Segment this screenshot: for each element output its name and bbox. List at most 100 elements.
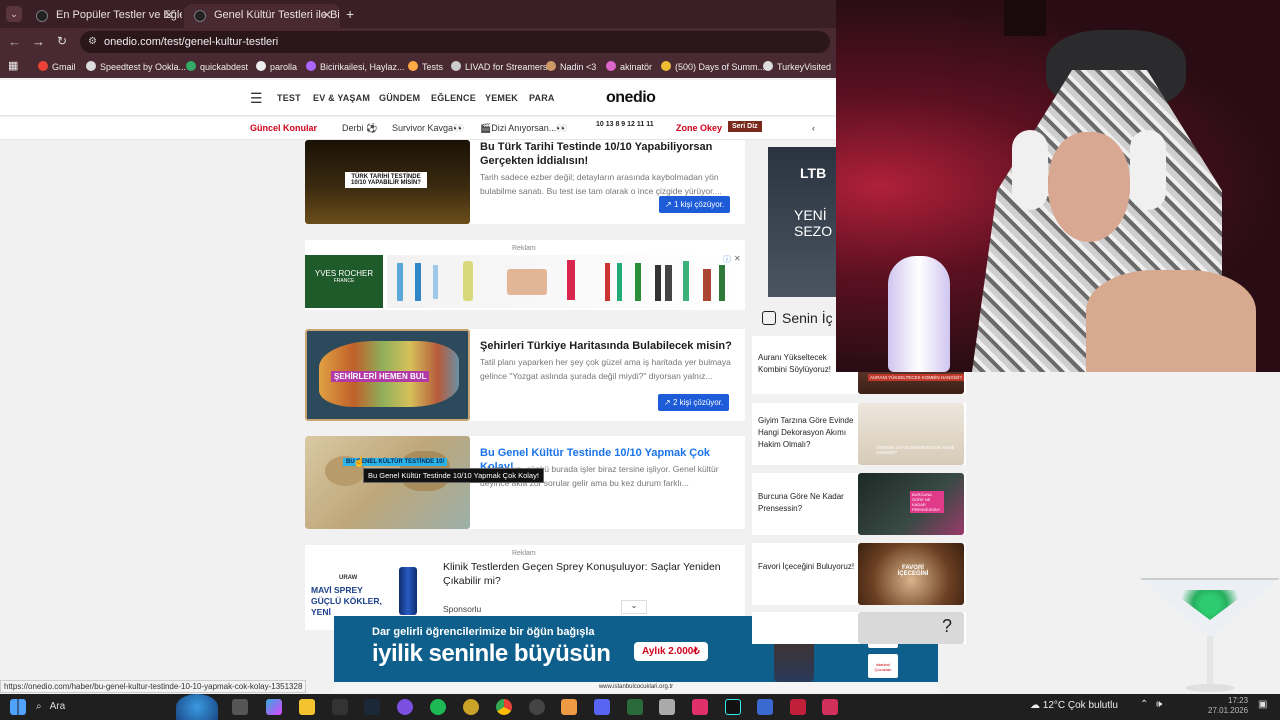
nav-yemek[interactable]: YEMEK: [485, 93, 518, 103]
close-tab-icon[interactable]: ✕: [322, 4, 332, 26]
bookmark-bicirikailesi[interactable]: Bicirikailesi, Haylaz...: [306, 61, 405, 72]
clock[interactable]: 17:23 27.01.2026: [1208, 696, 1248, 716]
chrome-icon[interactable]: [496, 699, 512, 715]
ad-info-icon[interactable]: ⓘ: [723, 254, 731, 265]
ad-close-icon[interactable]: ✕: [734, 254, 741, 263]
card-title[interactable]: Bu Türk Tarihi Testinde 10/10 Yapabiliyo…: [480, 140, 730, 168]
card-title[interactable]: Şehirleri Türkiye Haritasında Bulabilece…: [480, 339, 735, 353]
spotify-icon[interactable]: [430, 699, 446, 715]
card-description: Tatil planı yaparken her şey çok güzel a…: [480, 357, 731, 381]
weather-widget[interactable]: ☁ 12°C Çok bulutlu: [1030, 700, 1118, 711]
bookmark-parolla[interactable]: parolla: [256, 61, 297, 72]
app-icon[interactable]: [757, 699, 773, 715]
solving-badge[interactable]: ↗ 2 kişi çözüyor.: [658, 394, 730, 411]
bookmark-speedtest[interactable]: Speedtest by Ookla...: [86, 61, 186, 72]
bookmark-icon: [661, 61, 671, 71]
search-icon: ⌕: [36, 701, 42, 712]
tab-popular-tests[interactable]: En Popüler Testler ve Eğlenceli ✕: [26, 4, 182, 28]
discord-icon[interactable]: [594, 699, 610, 715]
app-icon[interactable]: [627, 699, 643, 715]
site-info-icon[interactable]: ⚙: [88, 31, 97, 53]
tab-bar: ⌄ En Popüler Testler ve Eğlenceli ✕ Gene…: [0, 0, 836, 28]
trend-derbi[interactable]: Derbi ⚽: [342, 123, 377, 134]
test-card[interactable]: TÜRK TARİHİ TESTİNDE 10/10 YAPABİLİR MİS…: [305, 140, 745, 224]
trend-dizi[interactable]: 🎬Dizi Anıyorsan...👀: [480, 123, 567, 134]
app-icon[interactable]: [332, 699, 348, 715]
trend-seri-diz[interactable]: Seri Diz: [728, 121, 762, 132]
bookmark-livad[interactable]: LIVAD for Streamers: [451, 61, 547, 72]
new-tab-button[interactable]: +: [346, 6, 354, 22]
bookmark-500-days[interactable]: (500) Days of Summ...: [661, 61, 765, 72]
nav-test[interactable]: TEST: [277, 93, 301, 103]
section-title: Senin İç: [782, 310, 833, 326]
nav-ev-yasam[interactable]: EV & YAŞAM: [313, 93, 370, 103]
tiktok-icon[interactable]: [725, 699, 741, 715]
steam-icon[interactable]: [364, 699, 380, 715]
file-explorer-icon[interactable]: [299, 699, 315, 715]
copilot-icon[interactable]: [266, 699, 282, 715]
martini-glass-overlay: [1140, 578, 1280, 698]
bookmark-tests[interactable]: Tests: [408, 61, 443, 72]
nav-para[interactable]: PARA: [529, 93, 555, 103]
task-view-icon[interactable]: [232, 699, 248, 715]
bookmark-quickabdest[interactable]: quickabdest: [186, 61, 248, 72]
app-icon[interactable]: [463, 699, 479, 715]
test-card[interactable]: ŞEHİRLERİ HEMEN BUL Şehirleri Türkiye Ha…: [305, 329, 745, 421]
sidebar-item[interactable]: Favori İçeceğini Buluyoruz! FAVORİ İÇECE…: [752, 543, 966, 605]
volume-icon[interactable]: 🕪: [1156, 699, 1162, 710]
sidebar-item-image: FAVORİ İÇECEĞİNİ: [858, 543, 964, 605]
ad-banner[interactable]: Reklam YVES ROCHER FRANCE ⓘ ✕: [305, 240, 745, 310]
headphones-right: [1130, 130, 1166, 210]
banner-amount-button[interactable]: Aylık 2.000₺: [634, 642, 708, 661]
tab-general-culture[interactable]: Genel Kültür Testleri ile Bilgini T ✕: [184, 4, 340, 28]
bookmark-gmail[interactable]: Gmail: [38, 61, 76, 72]
chevron-down-icon[interactable]: ⌄: [621, 600, 647, 614]
chevron-left-icon[interactable]: ‹: [812, 123, 815, 133]
app-icon[interactable]: [822, 699, 838, 715]
trend-zone-okey[interactable]: Zone Okey: [676, 123, 722, 133]
cloud-icon: ☁: [1030, 700, 1043, 711]
sidebar-item[interactable]: ?: [752, 612, 966, 644]
sidebar-item[interactable]: Giyim Tarzına Göre Evinde Hangi Dekorasy…: [752, 403, 966, 465]
app-icon[interactable]: [529, 699, 545, 715]
app-icon[interactable]: [790, 699, 806, 715]
bookmark-label: TurkeyVisited: [777, 62, 832, 72]
onedio-favicon-icon: [194, 10, 206, 22]
card-description: Tarih sadece ezber değil; detayların ara…: [480, 172, 722, 196]
sponsored-label: Sponsorlu: [443, 604, 482, 614]
tab-list-button[interactable]: ⌄: [6, 6, 22, 22]
app-icon[interactable]: [659, 699, 675, 715]
apps-icon[interactable]: ▦: [8, 59, 18, 72]
windows-start-icon[interactable]: [10, 699, 26, 715]
back-icon[interactable]: ←: [8, 34, 21, 49]
notification-icon[interactable]: ▣: [1258, 699, 1267, 710]
for-you-section-title: Senin İç: [762, 310, 833, 326]
close-tab-icon[interactable]: ✕: [164, 4, 174, 26]
bookmark-icon: [451, 61, 461, 71]
menu-icon[interactable]: ☰: [250, 90, 263, 107]
nav-eglence[interactable]: EĞLENCE: [431, 93, 476, 103]
link-status-bar: https://onedio.com/haber/bu-genel-kultur…: [0, 680, 307, 693]
reload-icon[interactable]: ↻: [57, 34, 67, 48]
address-bar[interactable]: ⚙ onedio.com/test/genel-kultur-testleri: [80, 31, 830, 53]
image-caption: FAVORİ İÇECEĞİNİ: [897, 565, 929, 577]
chevron-up-icon[interactable]: ⌃: [1140, 699, 1148, 710]
sidebar-ad[interactable]: LTB YENİ SEZO: [768, 147, 836, 297]
solving-badge[interactable]: ↗ 1 kişi çözüyor.: [659, 196, 731, 213]
ltb-logo: LTB: [800, 165, 827, 181]
bookmark-turkeyvisited[interactable]: TurkeyVisited: [763, 61, 831, 72]
search-box[interactable]: ⌕ Ara: [36, 698, 196, 716]
forward-icon[interactable]: →: [32, 34, 45, 49]
site-logo[interactable]: onedio: [606, 89, 656, 107]
nav-gundem[interactable]: GÜNDEM: [379, 93, 420, 103]
bookmark-icon: [763, 61, 773, 71]
sponsored-title[interactable]: Klinik Testlerden Geçen Sprey Konuşuluyo…: [443, 560, 733, 588]
sidebar-item[interactable]: Burcuna Göre Ne Kadar Prensessin? BURCUN…: [752, 473, 966, 535]
trend-survivor[interactable]: Survivor Kavga👀: [392, 123, 464, 134]
obs-icon[interactable]: [397, 699, 413, 715]
app-icon[interactable]: [561, 699, 577, 715]
products-image: [387, 255, 742, 308]
bookmark-akinator[interactable]: akinatör: [606, 61, 652, 72]
app-icon[interactable]: [692, 699, 708, 715]
bookmark-nadin[interactable]: Nadin <3: [546, 61, 596, 72]
